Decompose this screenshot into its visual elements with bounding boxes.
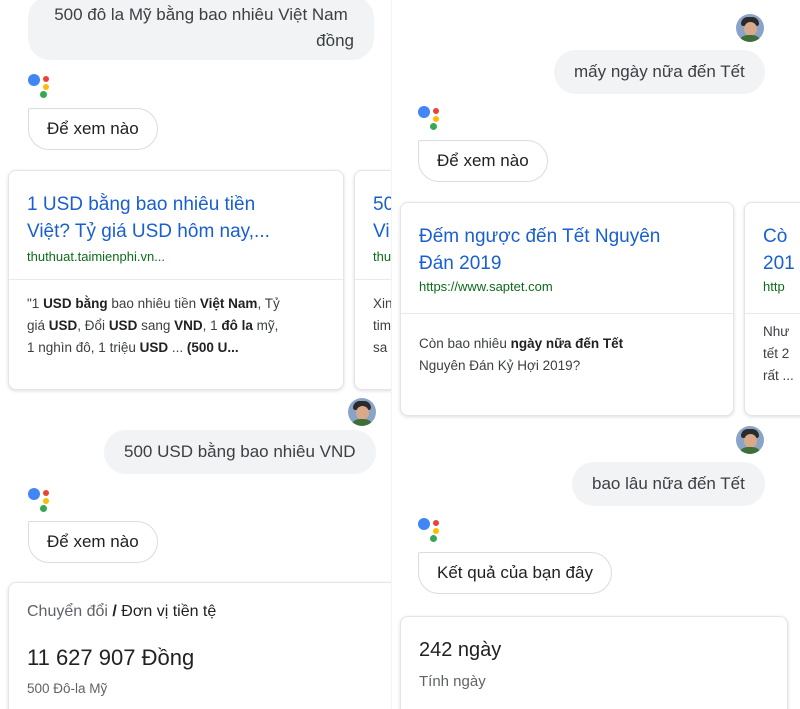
result-url: thu	[373, 249, 392, 264]
result-snippet: Còn bao nhiêu ngày nữa đến Tết Nguyên Đá…	[419, 336, 624, 373]
user-message-text: mấy ngày nữa đến Tết	[574, 62, 745, 81]
user-avatar	[736, 426, 764, 454]
user-message-text: đồng	[316, 31, 354, 50]
result-snippet: Xin tim sa	[373, 296, 392, 355]
right-conversation-panel: mấy ngày nữa đến Tết Để xem nào Đếm ngượ…	[392, 0, 800, 709]
user-message-bubble: 500 đô la Mỹ bằng bao nhiêu Việt Nam đồn…	[28, 0, 374, 60]
user-avatar	[348, 398, 376, 426]
result-title[interactable]: Cò 201	[763, 223, 800, 277]
assistant-message-text: Để xem nào	[47, 119, 139, 138]
user-message-bubble: mấy ngày nữa đến Tết	[554, 50, 765, 94]
result-title-line: Đếm ngược đến Tết Nguyên	[419, 226, 661, 247]
assistant-message-bubble: Kết quả của bạn đây	[418, 552, 612, 594]
conversion-source-value: 500 Đô-la Mỹ	[27, 681, 108, 696]
search-result-card-partial[interactable]: 50 Vi thu Xin tim sa	[354, 170, 392, 390]
converter-category: Chuyển đổi / Đơn vị tiền tệ	[27, 603, 217, 620]
result-snippet: "1 USD bằng bao nhiêu tiền Việt Nam, Tỷ …	[27, 296, 280, 355]
result-title[interactable]: 50 Vi	[373, 191, 392, 245]
card-divider	[745, 313, 800, 314]
assistant-message-bubble: Để xem nào	[28, 108, 158, 150]
day-count-result-card[interactable]: 242 ngày Tính ngày	[400, 616, 788, 709]
day-count-label: Tính ngày	[419, 673, 486, 690]
assistant-message-bubble: Để xem nào	[418, 140, 548, 182]
user-message-text: 500 đô la Mỹ bằng bao nhiêu Việt Nam	[54, 5, 348, 24]
user-avatar	[736, 14, 764, 42]
card-divider	[9, 279, 343, 280]
assistant-message-text: Để xem nào	[437, 151, 529, 170]
result-title[interactable]: Đếm ngược đến Tết Nguyên Đán 2019	[419, 223, 723, 277]
assistant-message-bubble: Để xem nào	[28, 521, 158, 563]
left-conversation-panel: 500 đô la Mỹ bằng bao nhiêu Việt Nam đồn…	[0, 0, 392, 709]
result-title-line: Việt? Tỷ giá USD hôm nay,...	[27, 221, 270, 242]
search-result-card[interactable]: 1 USD bằng bao nhiêu tiền Việt? Tỷ giá U…	[8, 170, 344, 390]
assistant-message-text: Kết quả của bạn đây	[437, 563, 593, 582]
google-assistant-icon	[418, 516, 442, 542]
day-count-value: 242 ngày	[419, 639, 502, 661]
user-message-bubble: 500 USD bằng bao nhiêu VND	[104, 430, 376, 474]
user-message-text: bao lâu nữa đến Tết	[592, 474, 745, 493]
assistant-message-text: Để xem nào	[47, 532, 139, 551]
result-url: http	[763, 279, 785, 294]
result-url: https://www.saptet.com	[419, 279, 553, 294]
result-snippet: Như tết 2 rất ...	[763, 324, 794, 383]
currency-converter-card[interactable]: Chuyển đổi / Đơn vị tiền tệ 11 627 907 Đ…	[8, 582, 392, 709]
search-result-card[interactable]: Đếm ngược đến Tết Nguyên Đán 2019 https:…	[400, 202, 734, 416]
user-message-text: 500 USD bằng bao nhiêu VND	[124, 442, 356, 461]
result-title[interactable]: 1 USD bằng bao nhiêu tiền Việt? Tỷ giá U…	[27, 191, 333, 245]
card-divider	[401, 313, 733, 314]
google-assistant-icon	[28, 72, 52, 98]
google-assistant-icon	[418, 104, 442, 130]
result-title-line: Đán 2019	[419, 253, 502, 274]
user-message-bubble: bao lâu nữa đến Tết	[572, 462, 765, 506]
google-assistant-icon	[28, 486, 52, 512]
card-divider	[355, 279, 392, 280]
conversion-result-value: 11 627 907 Đồng	[27, 645, 195, 670]
result-url: thuthuat.taimienphi.vn...	[27, 249, 166, 264]
result-title-line: 1 USD bằng bao nhiêu tiền	[27, 194, 256, 215]
search-result-card-partial[interactable]: Cò 201 http Như tết 2 rất ...	[744, 202, 800, 416]
